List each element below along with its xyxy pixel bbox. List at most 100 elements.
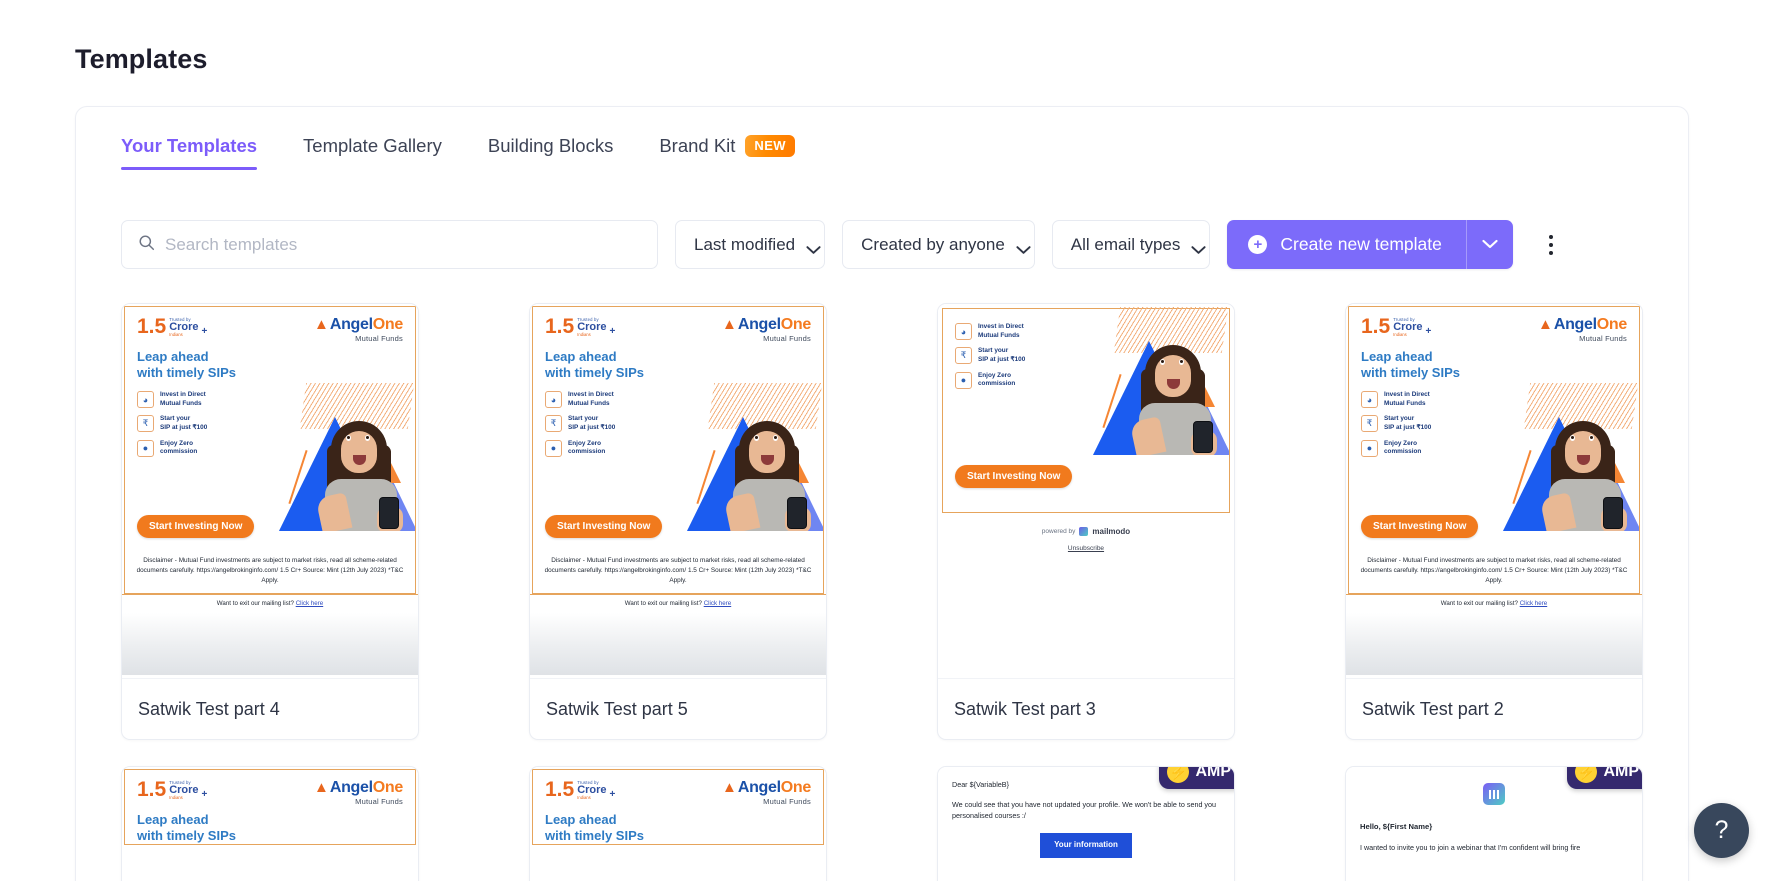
brand-sub: Mutual Funds xyxy=(1579,334,1627,343)
tab-brand-kit-wrap[interactable]: Brand Kit NEW xyxy=(659,135,795,170)
feature-item: ₹ Start your SIP at just ₹100 xyxy=(137,415,403,433)
amp-label: AMP xyxy=(1195,766,1231,780)
template-thumbnail: 1.5 Trusted by Crore Indians + ▲ AngelOne… xyxy=(1346,304,1642,678)
amp-body: I wanted to invite you to join a webinar… xyxy=(1360,842,1581,852)
template-card-title: Satwik Test part 2 xyxy=(1346,678,1642,739)
toolbar: Last modified Created by anyone All emai… xyxy=(121,220,1564,269)
cta-button: Start Investing Now xyxy=(1361,515,1479,538)
bolt-icon: ⚡ xyxy=(1167,767,1190,783)
feature-line-1: Invest in Direct xyxy=(978,323,1024,330)
feature-line-2: SIP at just ₹100 xyxy=(978,355,1026,363)
brand-sub: Mutual Funds xyxy=(355,797,403,806)
new-badge: NEW xyxy=(745,135,795,157)
crore-number: 1.5 xyxy=(137,315,167,338)
template-card[interactable]: 1.5 Trusted by Crore Indians + ▲ AngelOne… xyxy=(1345,303,1643,740)
crore-plus: + xyxy=(1425,325,1432,337)
feature-line-2: SIP at just ₹100 xyxy=(160,423,208,431)
angelone-logo: ▲ AngelOne Mutual Funds xyxy=(722,317,811,343)
feature-line-1: Start your xyxy=(978,347,1009,355)
crore-plus: + xyxy=(201,325,208,337)
template-thumbnail: ◕ Invest in Direct Mutual Funds ₹ Start y… xyxy=(938,304,1234,678)
funds-icon: ◕ xyxy=(545,391,562,409)
mailmodo-label: mailmodo xyxy=(1092,527,1131,536)
zero-fee-icon: ● xyxy=(1361,439,1378,457)
crore-indians: Indians xyxy=(169,331,183,337)
create-template-dropdown-button[interactable] xyxy=(1465,220,1513,269)
page-title: Templates xyxy=(75,44,208,74)
brand-accent: One xyxy=(372,779,404,796)
crore-number: 1.5 xyxy=(137,778,167,801)
template-card[interactable]: 1.5 Trusted by Crore Indians + ▲ AngelOne… xyxy=(121,766,419,881)
brand-name: Angel xyxy=(329,779,373,796)
crore-indians: Indians xyxy=(1393,331,1407,337)
crore-plus: + xyxy=(201,788,208,800)
create-new-template-button[interactable]: + Create new template xyxy=(1227,220,1466,269)
feature-line-1: Start your xyxy=(160,415,191,423)
search-icon xyxy=(138,234,155,256)
filter-last-modified-label: Last modified xyxy=(694,234,796,254)
exit-link[interactable]: Click here xyxy=(296,600,324,607)
powered-by-label: powered by xyxy=(1041,528,1076,535)
more-options-button[interactable] xyxy=(1538,225,1564,265)
feature-item: ◕ Invest in Direct Mutual Funds xyxy=(545,391,811,409)
tab-template-gallery[interactable]: Template Gallery xyxy=(303,135,442,170)
exit-link[interactable]: Click here xyxy=(704,600,732,607)
thumbnail-fade xyxy=(1346,612,1642,675)
brand-sub: Mutual Funds xyxy=(763,334,811,343)
brand-name: Angel xyxy=(737,779,781,796)
template-thumbnail: 1.5 Trusted by Crore Indians + ▲ AngelOne… xyxy=(530,304,826,678)
crore-logo: 1.5 Trusted by Crore Indians + xyxy=(137,315,208,338)
crore-number: 1.5 xyxy=(1361,315,1391,338)
feature-item: ◕ Invest in Direct Mutual Funds xyxy=(1361,391,1627,409)
feature-line-2: Mutual Funds xyxy=(160,399,202,407)
exit-link[interactable]: Click here xyxy=(1520,600,1548,607)
template-card[interactable]: ⚡ AMP Hello, ${First Name} I wanted to i… xyxy=(1345,766,1643,881)
brand-name: Angel xyxy=(1553,316,1597,333)
kebab-dot xyxy=(1548,250,1553,255)
email-footer: powered by mailmodo Unsubscribe xyxy=(938,513,1234,552)
filter-email-types-label: All email types xyxy=(1070,234,1181,254)
search-input[interactable] xyxy=(165,234,641,255)
triangle-icon: ▲ xyxy=(721,316,737,333)
template-card[interactable]: ◕ Invest in Direct Mutual Funds ₹ Start y… xyxy=(937,303,1235,740)
headline-line-2: with timely SIPs xyxy=(545,827,644,843)
template-card[interactable]: 1.5 Trusted by Crore Indians + ▲ AngelOn… xyxy=(121,303,419,740)
disclaimer-text: Disclaimer - Mutual Fund investments are… xyxy=(544,557,812,584)
amp-cta-button: Your information xyxy=(1040,833,1132,858)
rupee-icon: ₹ xyxy=(1361,415,1378,433)
rupee-icon: ₹ xyxy=(545,415,562,433)
brand-sub: Mutual Funds xyxy=(355,334,403,343)
feature-line-1: Enjoy Zero xyxy=(568,439,602,447)
filter-email-types[interactable]: All email types xyxy=(1051,220,1211,269)
template-card[interactable]: 1.5 Trusted by Crore Indians + ▲ AngelOne… xyxy=(529,766,827,881)
feature-item: ◕ Invest in Direct Mutual Funds xyxy=(955,323,1217,341)
zero-fee-icon: ● xyxy=(545,439,562,457)
unsubscribe-link[interactable]: Unsubscribe xyxy=(938,545,1234,552)
feature-item: ₹ Start your SIP at just ₹100 xyxy=(955,347,1217,365)
help-button[interactable]: ? xyxy=(1694,803,1749,858)
tab-brand-kit[interactable]: Brand Kit xyxy=(659,135,735,157)
filter-created-by-label: Created by anyone xyxy=(861,234,1005,254)
angelone-logo: ▲ AngelOne Mutual Funds xyxy=(314,780,403,806)
crore-number: 1.5 xyxy=(545,778,575,801)
feature-line-1: Invest in Direct xyxy=(568,391,614,398)
tab-building-blocks[interactable]: Building Blocks xyxy=(488,135,613,170)
exit-text: Want to exit our mailing list? xyxy=(1440,599,1518,607)
headline-line-2: with timely SIPs xyxy=(137,827,236,843)
crore-indians: Indians xyxy=(577,331,591,337)
plus-icon: + xyxy=(1248,235,1268,254)
tab-your-templates[interactable]: Your Templates xyxy=(121,135,258,170)
zero-fee-icon: ● xyxy=(955,371,972,389)
feature-item: ◕ Invest in Direct Mutual Funds xyxy=(137,391,403,409)
filter-last-modified[interactable]: Last modified xyxy=(675,220,826,269)
filter-created-by[interactable]: Created by anyone xyxy=(842,220,1035,269)
headline-line-1: Leap ahead xyxy=(545,348,617,364)
template-card[interactable]: 1.5 Trusted by Crore Indians + ▲ AngelOne… xyxy=(529,303,827,740)
search-box[interactable] xyxy=(121,220,658,269)
crore-plus: + xyxy=(609,788,616,800)
template-grid: 1.5 Trusted by Crore Indians + ▲ AngelOn… xyxy=(121,303,1643,881)
feature-line-1: Enjoy Zero xyxy=(160,439,194,447)
feature-line-2: Mutual Funds xyxy=(568,399,610,407)
feature-item: ● Enjoy Zero commission xyxy=(955,372,1217,389)
template-card[interactable]: ⚡ AMP Dear ${VariableB} We could see tha… xyxy=(937,766,1235,881)
